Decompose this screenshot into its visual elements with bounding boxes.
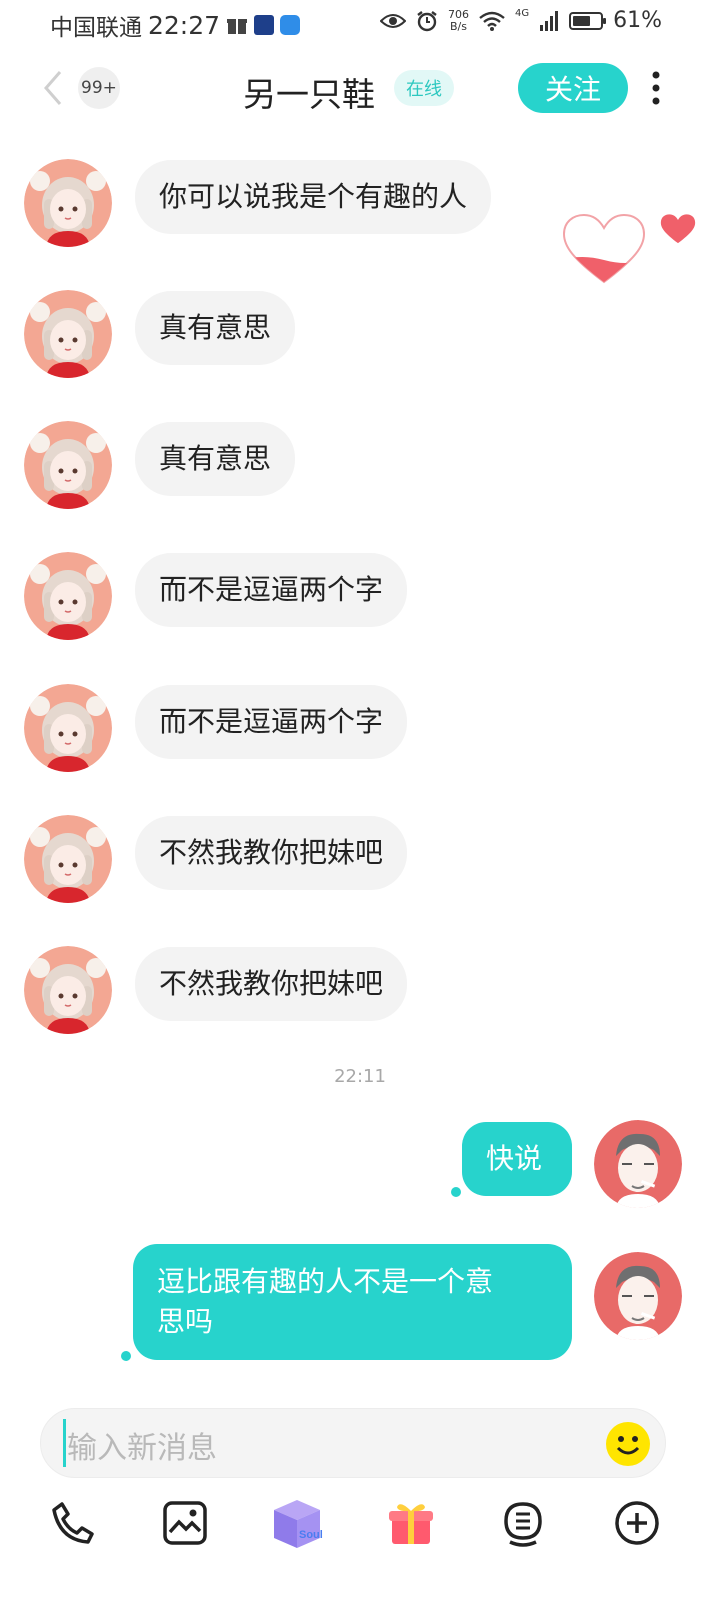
contact-avatar[interactable] [24,290,112,378]
app-notification-icon [254,15,275,35]
weather-notification-icon [280,15,301,35]
user-avatar[interactable] [594,1252,682,1340]
incoming-message-bubble[interactable]: 而不是逗逼两个字 [135,553,408,627]
outgoing-message-bubble[interactable]: 快说 [462,1122,572,1196]
wifi-icon [479,11,505,31]
emoji-icon[interactable] [605,1421,651,1467]
outgoing-message-bubble[interactable]: 逗比跟有趣的人不是一个意 思吗 [133,1244,572,1360]
soul-box-text: Soul [299,1529,323,1541]
phone-icon[interactable] [48,1498,98,1548]
small-heart-icon [660,214,696,244]
status-left: 中国联通 22:27 [50,8,301,42]
incoming-message-bubble[interactable]: 真有意思 [135,291,296,365]
incoming-message-bubble[interactable]: 你可以说我是个有趣的人 [135,160,492,234]
message-input[interactable]: 输入新消息 [40,1408,666,1478]
user-avatar[interactable] [594,1120,682,1208]
back-chevron-icon[interactable] [38,68,74,108]
contact-avatar[interactable] [24,159,112,247]
carrier-label: 中国联通 [50,15,142,41]
message-timestamp: 22:11 [334,1066,386,1087]
incoming-message-bubble[interactable]: 不然我教你把妹吧 [135,816,408,890]
signal-icon [540,10,559,31]
outgoing-message-line: 思吗 [157,1305,214,1338]
gift-notification-icon [227,19,248,34]
net-speed: 706 B/s [447,7,469,33]
intimacy-heart-icon[interactable] [562,212,646,286]
incoming-message-bubble[interactable]: 真有意思 [135,422,296,496]
incoming-message-bubble[interactable]: 而不是逗逼两个字 [135,685,408,759]
clock: 22:27 [148,10,221,40]
gift-icon[interactable] [386,1498,436,1548]
voice-match-icon[interactable] [498,1498,548,1548]
contact-avatar[interactable] [24,684,112,772]
sent-indicator-dot [121,1351,131,1361]
net-speed-unit: B/s [449,19,467,33]
status-right: 706 B/s 4G 61% [379,7,662,33]
eye-icon [379,13,406,28]
sent-indicator-dot [451,1187,461,1197]
online-status-badge: 在线 [394,70,454,106]
battery-icon [569,11,607,30]
status-bar: 中国联通 22:27 706 B/s 4G 61% [0,0,720,46]
battery-percent: 61% [613,8,662,33]
net-speed-value: 706 [447,7,469,21]
contact-avatar[interactable] [24,946,112,1034]
outgoing-message-text: 快说 [486,1142,543,1175]
follow-button[interactable]: 关注 [518,63,628,113]
more-vertical-icon[interactable] [646,70,666,106]
contact-avatar[interactable] [24,815,112,903]
contact-avatar[interactable] [24,421,112,509]
soul-box-icon[interactable]: Soul [270,1496,324,1550]
incoming-message-bubble[interactable]: 不然我教你把妹吧 [135,947,408,1021]
unread-badge[interactable]: 99+ [78,67,120,109]
chat-header: 99+ 另一只鞋 在线 关注 [0,56,720,120]
input-placeholder: 输入新消息 [67,1431,217,1466]
image-icon[interactable] [160,1498,210,1548]
add-circle-icon[interactable] [612,1498,662,1548]
chat-toolbar: Soul [0,1490,720,1560]
outgoing-message-line: 逗比跟有趣的人不是一个意 [157,1265,494,1298]
alarm-icon [417,10,437,31]
contact-avatar[interactable] [24,552,112,640]
contact-name: 另一只鞋 [243,75,375,114]
text-cursor [63,1419,66,1467]
network-type: 4G [514,8,530,19]
